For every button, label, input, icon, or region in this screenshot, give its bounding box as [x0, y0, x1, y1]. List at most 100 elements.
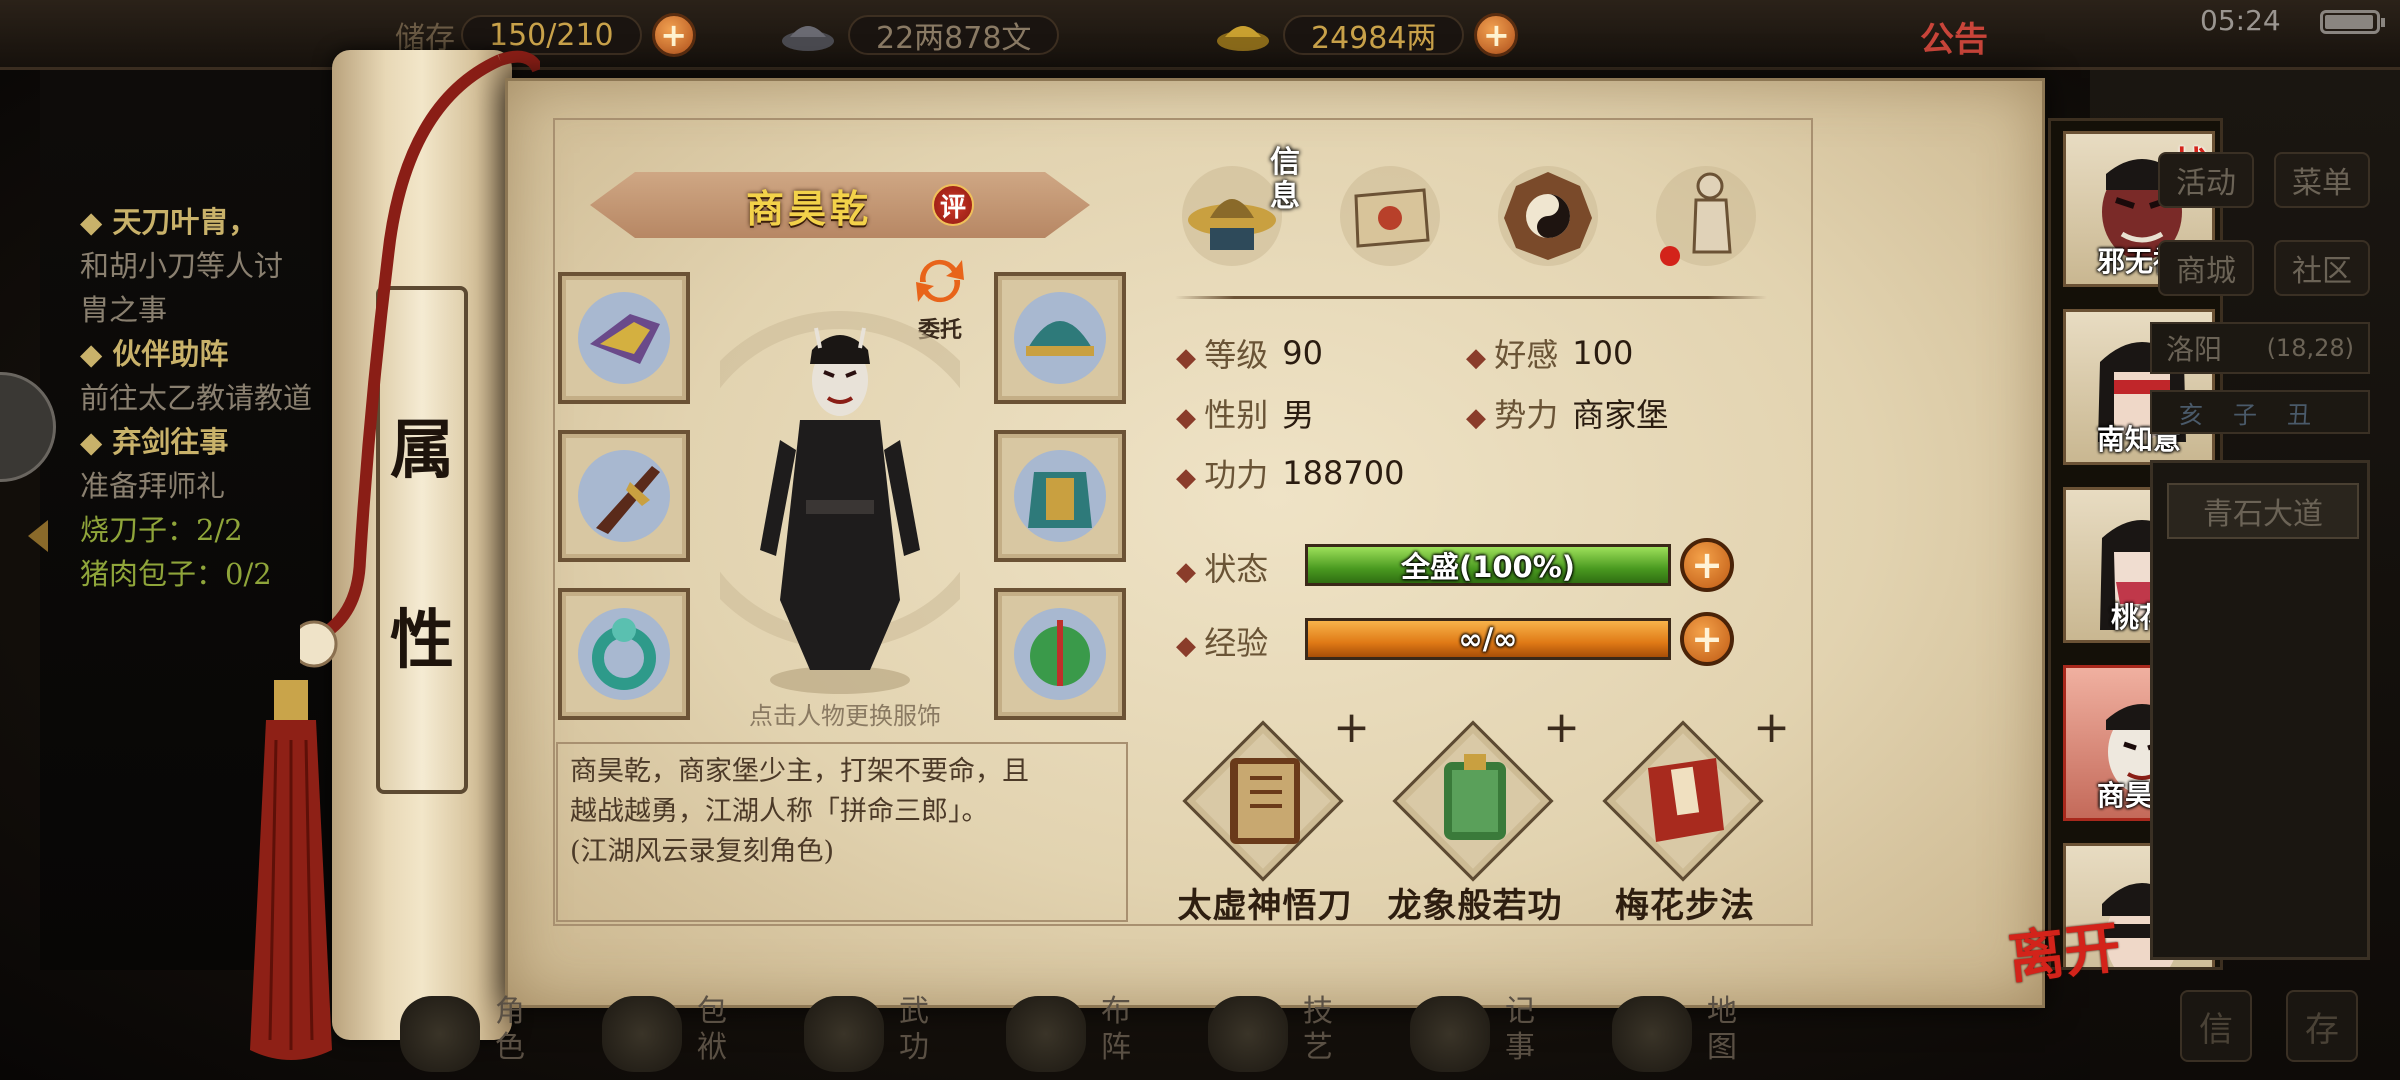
helmet-icon — [1014, 292, 1106, 384]
skill-slot[interactable]: + 太虚神悟刀 — [1160, 702, 1371, 926]
change-outfit-hint: 点击人物更换服饰 — [749, 702, 941, 730]
gold-add-button[interactable]: + — [1474, 13, 1519, 57]
description-line: 越战越勇，江湖人称「拼命三郎」。 — [570, 796, 989, 827]
evaluate-button[interactable]: 评 — [932, 184, 974, 226]
description-line: (江湖风云录复刻角色) — [570, 836, 835, 867]
place-item[interactable]: 青石大道 — [2167, 483, 2359, 539]
exp-add-button[interactable]: + — [1680, 612, 1734, 666]
equip-slot-helmet[interactable] — [994, 272, 1126, 404]
skill-slot[interactable]: + 梅花步法 — [1580, 702, 1790, 926]
equip-slot-accessory[interactable] — [994, 588, 1126, 720]
stat-favor: 好感 100 — [1466, 330, 1633, 376]
storage-add-button[interactable]: + — [651, 13, 696, 57]
name-banner: 商昊乾 评 — [590, 172, 1090, 238]
nav-formation[interactable]: 布阵 — [986, 990, 1188, 1080]
community-button[interactable]: 社区 — [2274, 240, 2370, 296]
coins-value: 22两878文 — [848, 15, 1060, 56]
gold-value: 24984两 — [1283, 15, 1465, 56]
exp-bar-text: ∞/∞ — [1458, 622, 1518, 656]
silver-ingot-icon — [782, 26, 834, 51]
tassel-icon — [250, 680, 332, 1060]
jade-pendant-icon — [1014, 608, 1106, 700]
nav-label: 地图 — [1707, 994, 1737, 1065]
equip-slot-ring[interactable] — [558, 588, 690, 720]
gender-label: 性别 — [1176, 390, 1268, 436]
location-bar[interactable]: 洛阳 (18,28) — [2150, 322, 2370, 374]
equip-slot-gloves[interactable] — [558, 272, 690, 404]
nav-map[interactable]: 地图 — [1592, 990, 1794, 1080]
nav-bag[interactable]: 包袱 — [582, 990, 784, 1080]
favor-label: 好感 — [1466, 330, 1558, 376]
nav-label: 角色 — [495, 994, 525, 1065]
collapse-arrow-icon[interactable] — [28, 520, 48, 552]
stat-gender: 性别 男 — [1176, 390, 1314, 436]
nav-martial-arts[interactable]: 武功 — [784, 990, 986, 1080]
level-value: 90 — [1282, 334, 1323, 372]
level-label: 等级 — [1176, 330, 1268, 376]
red-book-icon — [1648, 758, 1724, 842]
status-label: 状态 — [1176, 544, 1268, 590]
bag-icon — [602, 996, 682, 1072]
save-button[interactable]: 存 — [2286, 990, 2358, 1062]
manual-book-icon — [1230, 758, 1300, 844]
menu-button[interactable]: 菜单 — [2274, 152, 2370, 208]
tab-letters[interactable] — [1334, 160, 1446, 272]
stat-level: 等级 90 — [1176, 330, 1323, 376]
nav-label: 武功 — [899, 994, 929, 1065]
bagua-icon — [1498, 166, 1598, 266]
tab-meridians[interactable] — [1650, 160, 1762, 272]
shop-button[interactable]: 商城 — [2158, 240, 2254, 296]
skill-add-icon[interactable]: + — [1543, 702, 1580, 753]
letter-button[interactable]: 信 — [2180, 990, 2252, 1062]
bagua-nav-icon — [1006, 996, 1086, 1072]
activity-button[interactable]: 活动 — [2158, 152, 2254, 208]
scroll-letter-icon — [1340, 166, 1440, 266]
stat-faction: 势力 商家堡 — [1466, 390, 1668, 436]
body-meridian-icon — [1656, 166, 1756, 266]
nav-character[interactable]: 角色 — [380, 990, 582, 1080]
blade-icon — [578, 450, 670, 542]
status-bar-text: 全盛(100%) — [1400, 550, 1576, 584]
time-of-day-bar: 亥子丑 — [2150, 390, 2370, 434]
gold-ingot-icon — [1217, 26, 1269, 51]
power-label: 功力 — [1176, 450, 1268, 496]
books-icon — [804, 996, 884, 1072]
armor-icon — [1014, 450, 1106, 542]
favor-value: 100 — [1572, 334, 1634, 372]
character-icon — [400, 996, 480, 1072]
battery-icon — [2320, 10, 2385, 34]
gauntlet-icon — [578, 292, 670, 384]
faction-label: 势力 — [1466, 390, 1558, 436]
clock: 05:24 — [2200, 4, 2281, 37]
status-restore-button[interactable]: + — [1680, 538, 1734, 592]
nav-label: 记事 — [1505, 994, 1535, 1065]
nav-label: 布阵 — [1101, 994, 1131, 1065]
nav-crafts[interactable]: 技艺 — [1188, 990, 1390, 1080]
map-icon — [1612, 996, 1692, 1072]
faction-value: 商家堡 — [1572, 396, 1669, 434]
skill-add-icon[interactable]: + — [1753, 702, 1790, 753]
nav-label: 技艺 — [1303, 994, 1333, 1065]
character-name: 商昊乾 — [745, 185, 872, 231]
equip-slot-weapon[interactable] — [558, 430, 690, 562]
journal-icon — [1410, 996, 1490, 1072]
location-coords: (18,28) — [2266, 334, 2354, 362]
tab-bagua[interactable] — [1492, 160, 1604, 272]
stat-status: 状态 — [1176, 544, 1268, 590]
leave-button[interactable]: 离开 — [2004, 902, 2124, 994]
gold-group: 24984两 + — [1215, 13, 1519, 57]
exp-label: 经验 — [1176, 618, 1268, 664]
character-portrait[interactable] — [720, 300, 960, 700]
jade-ring-icon — [578, 608, 670, 700]
description-line: 商昊乾，商家堡少主，打架不要命，且 — [570, 756, 1029, 787]
stat-power: 功力 188700 — [1176, 450, 1404, 496]
notice-button[interactable]: 公告 — [1920, 12, 1988, 61]
section-divider — [1175, 296, 1767, 299]
equip-slot-armor[interactable] — [994, 430, 1126, 562]
nav-journal[interactable]: 记事 — [1390, 990, 1592, 1080]
tab-info-label: 信息 — [1270, 145, 1300, 214]
skill-add-icon[interactable]: + — [1333, 702, 1370, 753]
coins-group: 22两878文 — [780, 14, 1060, 56]
skill-slot[interactable]: + 龙象般若功 — [1370, 702, 1581, 926]
tassel-cord — [300, 50, 540, 668]
